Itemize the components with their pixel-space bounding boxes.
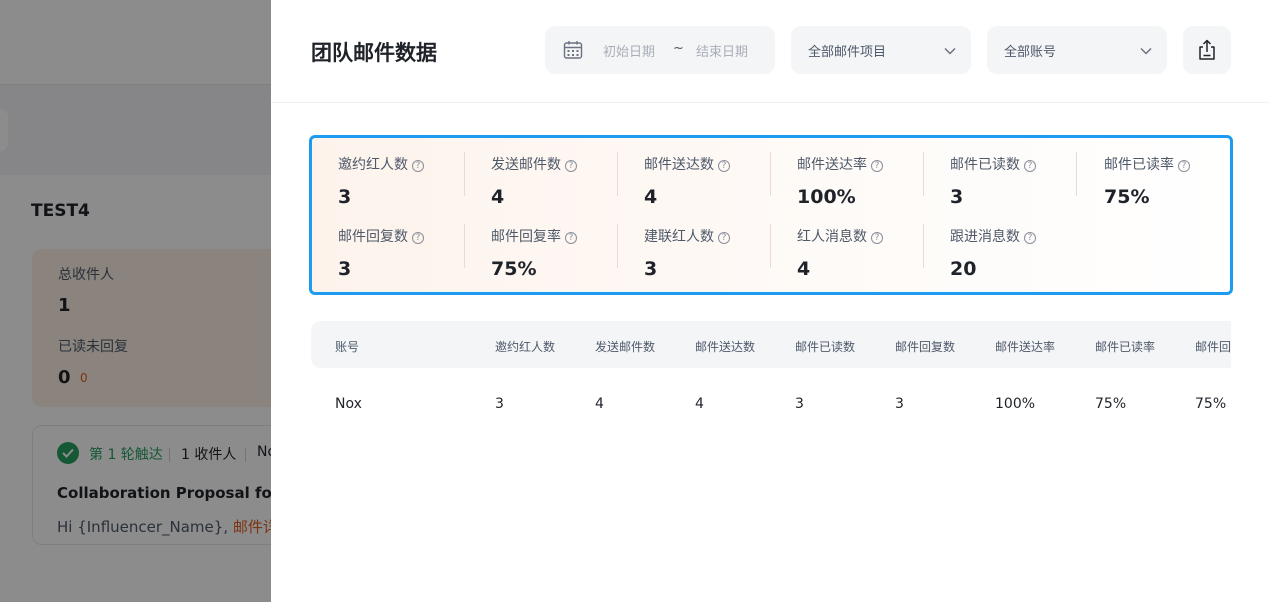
account-select[interactable]: 全部账号 (987, 26, 1167, 74)
drawer-header: 团队邮件数据 初始日期 ~ 结束日期 全部邮件项目 全部账号 (271, 0, 1269, 103)
stat-label: 邮件回复率 (491, 229, 561, 245)
stat-value: 4 (644, 186, 658, 208)
project-select[interactable]: 全部邮件项目 (791, 26, 971, 74)
column-header: 邮件回复数 (895, 340, 956, 354)
stat-label: 发送邮件数 (491, 157, 561, 173)
stat-value: 75% (491, 258, 537, 280)
help-circle-icon[interactable]: ? (871, 232, 883, 244)
column-header: 邀约红人数 (495, 340, 556, 354)
stats-summary-card: 邀约红人数? 3 发送邮件数? 4 邮件送达数? 4 邮件送达率? 100% 邮… (309, 135, 1233, 295)
stat-label: 邮件送达率 (797, 157, 867, 173)
stat-value: 3 (338, 186, 352, 208)
stat-value: 20 (950, 258, 977, 280)
table-cell: 75% (1195, 396, 1227, 412)
help-circle-icon[interactable]: ? (1024, 232, 1036, 244)
help-circle-icon[interactable]: ? (718, 232, 730, 244)
stat-value: 3 (950, 186, 964, 208)
divider (923, 224, 924, 268)
divider (464, 152, 465, 196)
export-button[interactable] (1183, 26, 1231, 74)
table-cell: 3 (895, 396, 904, 412)
help-circle-icon[interactable]: ? (412, 232, 424, 244)
stat-label: 邮件已读率 (1104, 157, 1174, 173)
stat-label: 邮件送达数 (644, 157, 714, 173)
table-cell: 75% (1095, 396, 1127, 412)
divider (1076, 152, 1077, 196)
stat-label: 红人消息数 (797, 229, 867, 245)
divider (923, 152, 924, 196)
column-header: 账号 (335, 340, 360, 354)
column-header: 邮件回复率 (1195, 340, 1231, 354)
help-circle-icon[interactable]: ? (565, 232, 577, 244)
stat-value: 3 (644, 258, 658, 280)
divider (464, 224, 465, 268)
column-header: 发送邮件数 (595, 340, 656, 354)
divider (617, 152, 618, 196)
table-cell: 3 (495, 396, 504, 412)
calendar-icon (563, 40, 583, 64)
stat-value: 3 (338, 258, 352, 280)
column-header: 邮件送达率 (995, 340, 1056, 354)
stat-label: 邮件回复数 (338, 229, 408, 245)
stat-value: 100% (797, 186, 856, 208)
table-row[interactable]: Nox 3 4 4 3 3 100% 75% 75% (311, 382, 1231, 428)
stat-value: 4 (491, 186, 505, 208)
table-cell: 4 (595, 396, 604, 412)
stat-label: 建联红人数 (644, 229, 714, 245)
project-select-value: 全部邮件项目 (808, 45, 887, 60)
drawer-title: 团队邮件数据 (311, 41, 437, 65)
help-circle-icon[interactable]: ? (1024, 160, 1036, 172)
start-date-input[interactable]: 初始日期 (603, 41, 655, 60)
date-range-picker[interactable]: 初始日期 ~ 结束日期 (545, 26, 775, 74)
divider (770, 224, 771, 268)
help-circle-icon[interactable]: ? (412, 160, 424, 172)
divider (770, 152, 771, 196)
table-cell: 4 (695, 396, 704, 412)
divider (617, 224, 618, 268)
chevron-down-icon (943, 43, 957, 62)
help-circle-icon[interactable]: ? (1178, 160, 1190, 172)
stat-label: 邀约红人数 (338, 157, 408, 173)
chevron-down-icon (1139, 43, 1153, 62)
stat-value: 4 (797, 258, 811, 280)
column-header: 邮件已读率 (1095, 340, 1156, 354)
stat-label: 跟进消息数 (950, 229, 1020, 245)
help-circle-icon[interactable]: ? (871, 160, 883, 172)
table-header: 账号 邀约红人数 发送邮件数 邮件送达数 邮件已读数 邮件回复数 邮件送达率 邮… (311, 321, 1231, 368)
help-circle-icon[interactable]: ? (718, 160, 730, 172)
table-cell: 100% (995, 396, 1036, 412)
account-select-value: 全部账号 (1004, 45, 1057, 60)
table-cell-account: Nox (335, 396, 362, 412)
stat-value: 75% (1104, 186, 1150, 208)
column-header: 邮件送达数 (695, 340, 756, 354)
column-header: 邮件已读数 (795, 340, 856, 354)
team-email-data-drawer: 团队邮件数据 初始日期 ~ 结束日期 全部邮件项目 全部账号 邀约红人数 ? 3… (271, 0, 1269, 602)
help-circle-icon[interactable]: ? (565, 160, 577, 172)
date-separator: ~ (673, 41, 684, 56)
table-cell: 3 (795, 396, 804, 412)
end-date-input[interactable]: 结束日期 (696, 41, 748, 60)
stat-label: 邮件已读数 (950, 157, 1020, 173)
